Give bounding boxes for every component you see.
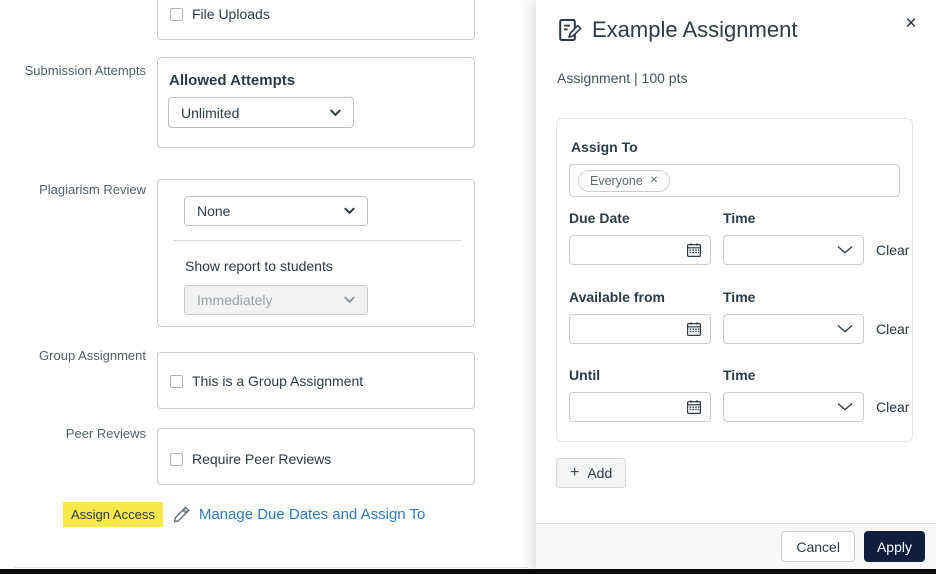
due-time-select[interactable]	[723, 235, 864, 265]
assignment-icon	[559, 19, 582, 41]
available-clear-button[interactable]: Clear	[876, 321, 909, 337]
until-clear-button[interactable]: Clear	[876, 399, 909, 415]
file-uploads-label: File Uploads	[192, 6, 270, 22]
assignment-edit-page: File Uploads Submission Attempts Allowed…	[0, 0, 936, 574]
due-date-labels-row: Due Date Time	[569, 210, 900, 226]
everyone-tag-label: Everyone	[590, 173, 643, 188]
available-from-label: Available from	[569, 289, 665, 305]
assign-to-tray: ✕ Example Assignment Assignment | 100 pt…	[536, 0, 936, 574]
group-assignment-checkbox[interactable]	[170, 374, 183, 388]
chevron-down-icon	[837, 403, 853, 411]
assign-access-highlighted-label: Assign Access	[63, 502, 163, 527]
tray-footer: Cancel Apply	[536, 523, 936, 569]
assign-access-row: Assign Access Manage Due Dates and Assig…	[63, 502, 425, 527]
allowed-attempts-select[interactable]: Unlimited	[168, 97, 354, 128]
peer-reviews-label: Require Peer Reviews	[192, 451, 332, 467]
available-from-labels-row: Available from Time	[569, 289, 900, 305]
window-bottom-edge	[0, 569, 936, 574]
allowed-attempts-heading: Allowed Attempts	[169, 72, 296, 89]
available-from-inputs-row: Clear	[569, 314, 909, 344]
close-icon[interactable]: ✕	[899, 12, 923, 36]
group-assignment-option: This is a Group Assignment	[170, 373, 363, 389]
show-report-label: Show report to students	[185, 258, 333, 274]
page-bottom-divider	[14, 567, 528, 568]
plagiarism-review-box: None Show report to students Immediately	[157, 179, 475, 327]
assign-to-input[interactable]: Everyone ✕	[569, 164, 900, 197]
plagiarism-tool-value: None	[197, 203, 231, 219]
due-date-inputs-row: Clear	[569, 235, 909, 265]
show-report-select[interactable]: Immediately	[184, 285, 368, 315]
apply-button[interactable]: Apply	[863, 531, 925, 562]
calendar-icon	[687, 243, 702, 258]
due-time-label: Time	[723, 210, 756, 226]
available-time-select[interactable]	[723, 314, 864, 344]
remove-tag-icon[interactable]: ✕	[650, 175, 658, 186]
available-from-input[interactable]	[569, 314, 711, 344]
everyone-tag: Everyone ✕	[578, 169, 671, 192]
show-report-value: Immediately	[197, 292, 273, 308]
submission-attempts-box: Allowed Attempts Unlimited	[157, 57, 475, 148]
assign-to-card: Assign To Everyone ✕ Due Date Time Clear…	[556, 118, 913, 442]
online-entry-options-box: File Uploads	[157, 0, 475, 40]
plagiarism-tool-select[interactable]: None	[184, 196, 368, 226]
group-assignment-row-label: Group Assignment	[39, 348, 146, 363]
add-button-label: Add	[587, 465, 613, 481]
due-clear-button[interactable]: Clear	[876, 242, 909, 258]
group-assignment-label: This is a Group Assignment	[192, 373, 364, 389]
available-time-label: Time	[723, 289, 756, 305]
peer-reviews-checkbox[interactable]	[170, 452, 183, 466]
calendar-icon	[687, 400, 702, 415]
manage-due-dates-link[interactable]: Manage Due Dates and Assign To	[199, 506, 426, 523]
pencil-icon	[172, 505, 191, 524]
chevron-down-icon	[837, 325, 853, 333]
tray-subtitle: Assignment | 100 pts	[557, 70, 688, 86]
until-time-label: Time	[723, 367, 756, 383]
peer-reviews-row-label: Peer Reviews	[65, 426, 146, 441]
until-labels-row: Until Time	[569, 367, 900, 383]
calendar-icon	[687, 322, 702, 337]
assign-to-label: Assign To	[571, 139, 638, 155]
chevron-down-icon	[330, 109, 341, 116]
due-date-label: Due Date	[569, 210, 630, 226]
chevron-down-icon	[344, 296, 355, 304]
group-assignment-box: This is a Group Assignment	[157, 352, 475, 409]
until-label: Until	[569, 367, 601, 383]
add-card-button[interactable]: + Add	[556, 458, 627, 488]
tray-header: Example Assignment	[556, 17, 797, 43]
file-uploads-option: File Uploads	[170, 6, 270, 22]
allowed-attempts-value: Unlimited	[181, 104, 240, 121]
until-input[interactable]	[569, 392, 711, 422]
file-uploads-checkbox[interactable]	[170, 7, 183, 21]
cancel-button[interactable]: Cancel	[781, 531, 855, 562]
submission-attempts-row-label: Submission Attempts	[24, 63, 146, 78]
chevron-down-icon	[344, 207, 355, 215]
peer-reviews-box: Require Peer Reviews	[157, 428, 475, 485]
tray-title: Example Assignment	[592, 17, 798, 42]
until-time-select[interactable]	[723, 392, 864, 422]
until-inputs-row: Clear	[569, 392, 909, 422]
peer-reviews-option: Require Peer Reviews	[170, 451, 331, 467]
plus-icon: +	[570, 464, 580, 481]
due-date-input[interactable]	[569, 235, 711, 265]
plagiarism-divider	[173, 240, 461, 241]
chevron-down-icon	[837, 246, 853, 254]
plagiarism-review-row-label: Plagiarism Review	[39, 182, 146, 197]
